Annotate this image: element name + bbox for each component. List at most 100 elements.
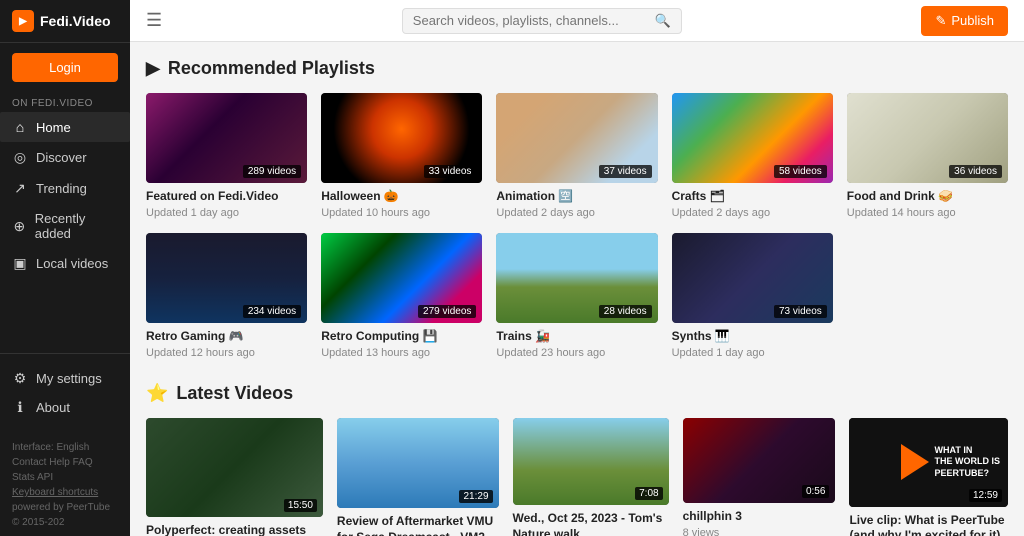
playlist-updated-animation: Updated 2 days ago xyxy=(496,207,657,219)
playlist-updated-crafts: Updated 2 days ago xyxy=(672,207,833,219)
playlist-count-retrocomputing: 279 videos xyxy=(418,305,476,318)
playlist-updated-retrogaming: Updated 12 hours ago xyxy=(146,347,307,359)
sidebar: ▶ Fedi.Video Login ON FEDI.VIDEO ⌂ Home ◎D… xyxy=(0,0,130,536)
video-duration-polyperfect: 15:50 xyxy=(284,499,317,512)
login-button[interactable]: Login xyxy=(12,53,118,82)
video-title-polyperfect: Polyperfect: creating assets for a livin… xyxy=(146,523,323,536)
sidebar-bottom: ⚙My settingsℹAbout xyxy=(0,353,130,432)
nav-label-trending: Trending xyxy=(36,181,87,196)
video-views-chilli: 8 views xyxy=(683,527,836,536)
video-duration-nature: 7:08 xyxy=(635,487,662,500)
video-title-dreamcast: Review of Aftermarket VMU for Sega Dream… xyxy=(337,514,499,536)
video-thumb-polyperfect: 15:50 xyxy=(146,418,323,517)
playlist-thumb-featured: 289 videos xyxy=(146,93,307,183)
nav-label-home: Home xyxy=(36,120,71,135)
playlist-updated-trains: Updated 23 hours ago xyxy=(496,347,657,359)
playlist-count-halloween: 33 videos xyxy=(424,165,477,178)
playlist-name-crafts: Crafts 🗂 xyxy=(672,189,833,205)
nav-icon-local-videos: ▣ xyxy=(12,255,28,272)
playlist-card-crafts[interactable]: 58 videos Crafts 🗂 Updated 2 days ago xyxy=(672,93,833,219)
playlist-card-retrogaming[interactable]: 234 videos Retro Gaming 🎮 Updated 12 hou… xyxy=(146,233,307,359)
search-bar: 🔍 xyxy=(402,8,682,34)
playlist-count-food: 36 videos xyxy=(949,165,1002,178)
video-duration-peertube: 12:59 xyxy=(969,489,1002,502)
playlist-name-retrocomputing: Retro Computing 💾 xyxy=(321,329,482,345)
sidebar-section-label: ON FEDI.VIDEO xyxy=(0,92,130,112)
playlist-name-trains: Trains 🚂 xyxy=(496,329,657,345)
sidebar-item-home[interactable]: ⌂ Home xyxy=(0,112,130,142)
nav-icon-trending: ↗ xyxy=(12,180,28,197)
playlist-thumb-halloween: 33 videos xyxy=(321,93,482,183)
publish-label: Publish xyxy=(951,13,994,28)
sidebar-footer: Interface: English Contact Help FAQ Stat… xyxy=(0,432,130,536)
playlist-card-featured[interactable]: 289 videos Featured on Fedi.Video Update… xyxy=(146,93,307,219)
nav-icon-discover: ◎ xyxy=(12,149,28,166)
nav-label-recently-added: Recently added xyxy=(35,211,118,241)
footer-line2: Contact Help FAQ Stats API xyxy=(12,455,118,485)
video-grid: 15:50 Polyperfect: creating assets for a… xyxy=(146,418,1008,536)
search-icon[interactable]: 🔍 xyxy=(655,13,671,29)
latest-videos-title: Latest Videos xyxy=(176,383,293,404)
video-card-chilli[interactable]: 0:56 chillphin 3 8 views joe_channel@gre… xyxy=(683,418,836,536)
playlist-card-animation[interactable]: 37 videos Animation 🈳 Updated 2 days ago xyxy=(496,93,657,219)
playlist-grid: 289 videos Featured on Fedi.Video Update… xyxy=(146,93,1008,359)
publish-icon: ✎ xyxy=(935,13,946,29)
footer-line3[interactable]: Keyboard shortcuts xyxy=(12,485,118,500)
playlist-count-retrogaming: 234 videos xyxy=(243,305,301,318)
playlist-count-animation: 37 videos xyxy=(599,165,652,178)
playlist-card-food[interactable]: 36 videos Food and Drink 🥪 Updated 14 ho… xyxy=(847,93,1008,219)
recommended-playlists-title: Recommended Playlists xyxy=(168,58,375,79)
playlist-name-food: Food and Drink 🥪 xyxy=(847,189,1008,205)
sidebar-item-recently-added[interactable]: ⊕ Recently added xyxy=(0,204,130,248)
footer-line1: Interface: English xyxy=(12,440,118,455)
video-title-nature: Wed., Oct 25, 2023 - Tom's Nature walk xyxy=(513,511,669,536)
playlist-updated-featured: Updated 1 day ago xyxy=(146,207,307,219)
star-icon: ⭐ xyxy=(146,383,168,404)
sidebar-nav: ⌂ Home ◎Discover ↗ Trending ⊕ Recently added ▣ L… xyxy=(0,112,130,279)
playlist-name-retrogaming: Retro Gaming 🎮 xyxy=(146,329,307,345)
menu-icon[interactable]: ☰ xyxy=(146,10,162,31)
playlist-thumb-crafts: 58 videos xyxy=(672,93,833,183)
sidebar-item-local-videos[interactable]: ▣ Local videos xyxy=(0,248,130,279)
playlist-name-featured: Featured on Fedi.Video xyxy=(146,189,307,205)
video-thumb-peertube: WHAT INTHE WORLD ISPEERTUBE? 12:59 xyxy=(849,418,1008,507)
nav-icon-recently-added: ⊕ xyxy=(12,218,27,235)
search-input[interactable] xyxy=(413,13,649,28)
nav-icon-home: ⌂ xyxy=(12,119,28,135)
play-icon: ▶ xyxy=(146,58,160,79)
playlist-count-featured: 289 videos xyxy=(243,165,301,178)
playlist-card-retrocomputing[interactable]: 279 videos Retro Computing 💾 Updated 13 … xyxy=(321,233,482,359)
sidebar-item-trending[interactable]: ↗ Trending xyxy=(0,173,130,204)
video-thumb-nature: 7:08 xyxy=(513,418,669,505)
playlist-thumb-synths: 73 videos xyxy=(672,233,833,323)
playlist-name-synths: Synths 🎹 xyxy=(672,329,833,345)
video-card-polyperfect[interactable]: 15:50 Polyperfect: creating assets for a… xyxy=(146,418,323,536)
playlist-thumb-retrogaming: 234 videos xyxy=(146,233,307,323)
video-duration-chilli: 0:56 xyxy=(802,485,829,498)
playlist-card-synths[interactable]: 73 videos Synths 🎹 Updated 1 day ago xyxy=(672,233,833,359)
playlist-count-trains: 28 videos xyxy=(599,305,652,318)
sidebar-item-my-settings[interactable]: ⚙My settings xyxy=(12,364,118,393)
bottom-icon-my-settings: ⚙ xyxy=(12,370,28,387)
playlist-updated-retrocomputing: Updated 13 hours ago xyxy=(321,347,482,359)
playlist-thumb-food: 36 videos xyxy=(847,93,1008,183)
video-thumb-chilli: 0:56 xyxy=(683,418,836,504)
video-card-dreamcast[interactable]: 21:29 Review of Aftermarket VMU for Sega… xyxy=(337,418,499,536)
app-name: Fedi.Video xyxy=(40,13,111,29)
playlist-thumb-animation: 37 videos xyxy=(496,93,657,183)
video-card-peertube[interactable]: WHAT INTHE WORLD ISPEERTUBE? 12:59 Live … xyxy=(849,418,1008,536)
playlist-card-trains[interactable]: 28 videos Trains 🚂 Updated 23 hours ago xyxy=(496,233,657,359)
playlist-thumb-trains: 28 videos xyxy=(496,233,657,323)
video-title-chilli: chillphin 3 xyxy=(683,509,836,525)
sidebar-item-about[interactable]: ℹAbout xyxy=(12,393,118,422)
app-logo[interactable]: ▶ Fedi.Video xyxy=(0,0,130,43)
video-card-nature[interactable]: 7:08 Wed., Oct 25, 2023 - Tom's Nature w… xyxy=(513,418,669,536)
logo-icon: ▶ xyxy=(12,10,34,32)
playlist-name-halloween: Halloween 🎃 xyxy=(321,189,482,205)
playlist-card-halloween[interactable]: 33 videos Halloween 🎃 Updated 10 hours a… xyxy=(321,93,482,219)
publish-button[interactable]: ✎ Publish xyxy=(921,6,1008,36)
latest-videos-heading: ⭐ Latest Videos xyxy=(146,383,1008,404)
playlist-name-animation: Animation 🈳 xyxy=(496,189,657,205)
sidebar-item-discover[interactable]: ◎Discover xyxy=(0,142,130,173)
nav-label-local-videos: Local videos xyxy=(36,256,108,271)
